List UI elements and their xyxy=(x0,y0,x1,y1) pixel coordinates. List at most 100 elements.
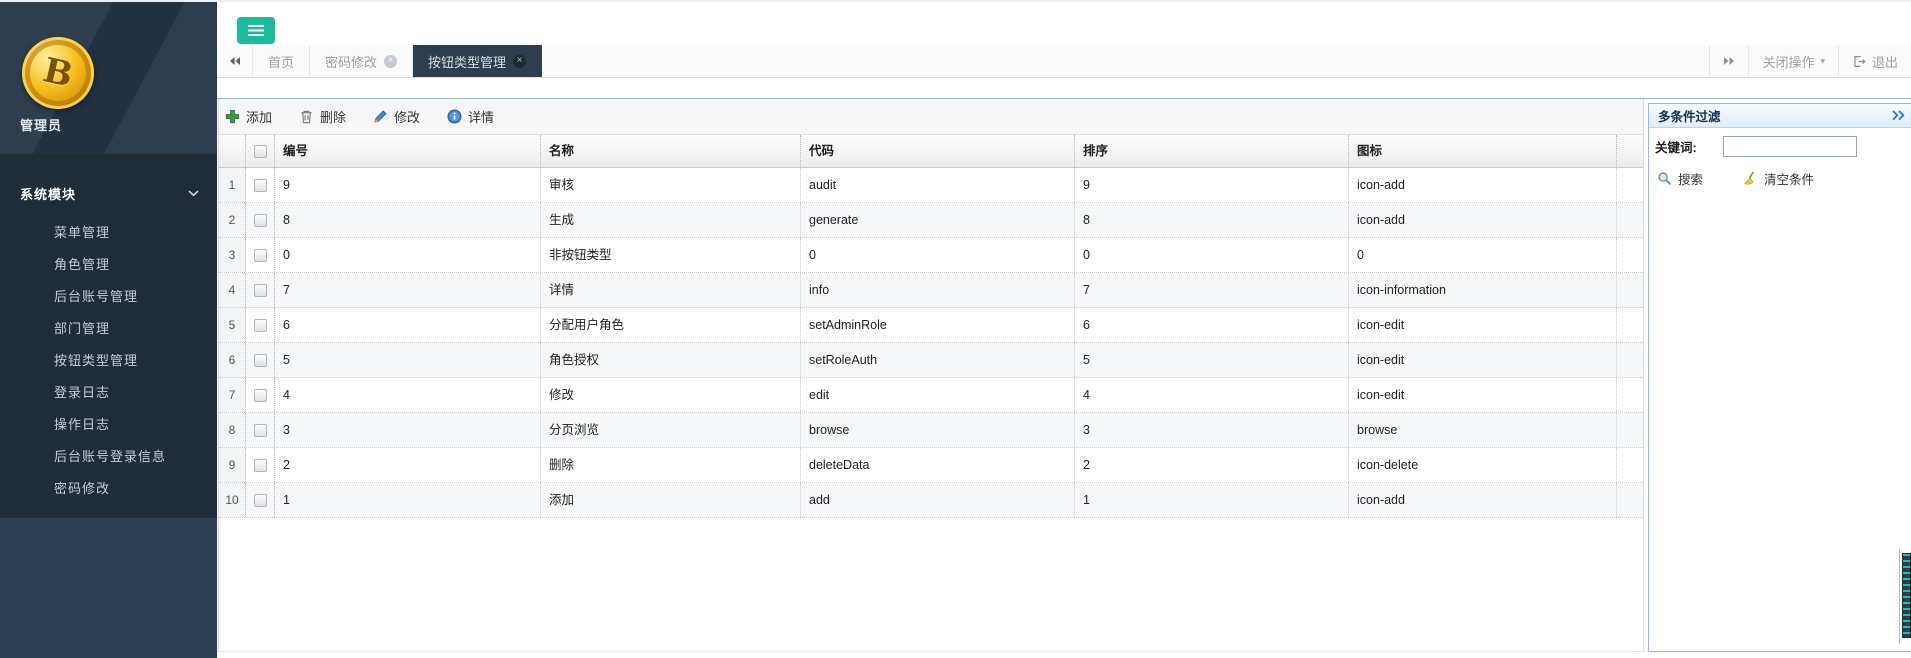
broom-icon xyxy=(1743,171,1758,186)
sidebar-item[interactable]: 操作日志 xyxy=(0,409,217,441)
table-cell: icon-add xyxy=(1349,483,1617,517)
row-checkbox[interactable] xyxy=(254,249,267,262)
row-number: 2 xyxy=(219,203,246,237)
detail-button-label: 详情 xyxy=(468,107,494,126)
table-cell: deleteData xyxy=(801,448,1075,482)
table-cell: 0 xyxy=(1349,238,1617,272)
table-cell: 4 xyxy=(1075,378,1349,412)
collapse-panel-button[interactable] xyxy=(1891,110,1906,121)
bitcoin-logo-icon: B xyxy=(22,37,94,109)
tab-password-change[interactable]: 密码修改 × xyxy=(310,45,413,77)
tabs-scroll-right-button[interactable] xyxy=(1710,45,1748,77)
row-checkbox[interactable] xyxy=(254,214,267,227)
row-checkbox[interactable] xyxy=(254,179,267,192)
logout-button[interactable]: 退出 xyxy=(1839,45,1911,77)
table-row[interactable]: 83分页浏览browse3browse xyxy=(219,413,1643,448)
table-cell: 0 xyxy=(801,238,1075,272)
column-header-code[interactable]: 代码 xyxy=(801,135,1075,167)
sidebar-item[interactable]: 部门管理 xyxy=(0,313,217,345)
table-cell: icon-edit xyxy=(1349,343,1617,377)
table-row[interactable]: 92删除deleteData2icon-delete xyxy=(219,448,1643,483)
table-cell: 生成 xyxy=(541,203,801,237)
sidebar-item[interactable]: 菜单管理 xyxy=(0,217,217,249)
column-header-id[interactable]: 编号 xyxy=(275,135,541,167)
double-chevron-left-icon xyxy=(229,56,241,66)
tab-home[interactable]: 首页 xyxy=(253,45,310,77)
sidebar-toggle-button[interactable] xyxy=(237,17,275,44)
table-row[interactable]: 30非按钮类型000 xyxy=(219,238,1643,273)
clear-filters-button[interactable]: 清空条件 xyxy=(1743,169,1814,188)
table-cell: icon-edit xyxy=(1349,308,1617,342)
table-row[interactable]: 101添加add1icon-add xyxy=(219,483,1643,518)
table-cell: icon-edit xyxy=(1349,378,1617,412)
row-checkbox[interactable] xyxy=(254,424,267,437)
add-icon xyxy=(225,109,240,124)
scrollbar-thumb[interactable] xyxy=(1902,553,1911,638)
pencil-icon xyxy=(373,109,388,124)
sidebar-item[interactable]: 按钮类型管理 xyxy=(0,345,217,377)
row-number: 4 xyxy=(219,273,246,307)
tabs-scroll-left-button[interactable] xyxy=(217,45,253,77)
row-checkbox[interactable] xyxy=(254,459,267,472)
edit-button[interactable]: 修改 xyxy=(373,107,420,126)
table-cell: 7 xyxy=(275,273,541,307)
row-checkbox[interactable] xyxy=(254,319,267,332)
table-cell: 1 xyxy=(275,483,541,517)
row-checkbox-cell xyxy=(246,343,275,377)
sidebar-item-label: 后台账号管理 xyxy=(54,289,138,304)
sidebar-item-label: 操作日志 xyxy=(54,417,110,432)
menu-list: 菜单管理角色管理后台账号管理部门管理按钮类型管理登录日志操作日志后台账号登录信息… xyxy=(0,217,217,505)
row-checkbox[interactable] xyxy=(254,494,267,507)
sidebar-item-label: 部门管理 xyxy=(54,321,110,336)
sidebar-item[interactable]: 后台账号管理 xyxy=(0,281,217,313)
detail-button[interactable]: 详情 xyxy=(447,107,494,126)
row-number: 7 xyxy=(219,378,246,412)
filter-panel-body: 关键词: 搜索 清空条件 xyxy=(1649,128,1911,196)
sidebar-menu: 系统模块 菜单管理角色管理后台账号管理部门管理按钮类型管理登录日志操作日志后台账… xyxy=(0,154,217,518)
filter-panel-title: 多条件过滤 xyxy=(1658,106,1721,125)
keyword-input[interactable] xyxy=(1723,136,1857,157)
edit-button-label: 修改 xyxy=(394,107,420,126)
table-row[interactable]: 74修改edit4icon-edit xyxy=(219,378,1643,413)
sidebar-item[interactable]: 密码修改 xyxy=(0,473,217,505)
chevron-down-icon xyxy=(188,190,199,197)
table-cell: 分页浏览 xyxy=(541,413,801,447)
table-row[interactable]: 56分配用户角色setAdminRole6icon-edit xyxy=(219,308,1643,343)
table-cell: browse xyxy=(801,413,1075,447)
table-cell: icon-add xyxy=(1349,203,1617,237)
tab-button-type-management[interactable]: 按钮类型管理 × xyxy=(413,45,542,77)
tab-close-icon[interactable]: × xyxy=(513,55,526,68)
table-row[interactable]: 65角色授权setRoleAuth5icon-edit xyxy=(219,343,1643,378)
table-cell: 删除 xyxy=(541,448,801,482)
table-row[interactable]: 28生成generate8icon-add xyxy=(219,203,1643,238)
column-header-sort[interactable]: 排序 xyxy=(1075,135,1349,167)
table-row[interactable]: 19审核audit9icon-add xyxy=(219,168,1643,203)
sidebar-item[interactable]: 角色管理 xyxy=(0,249,217,281)
delete-button-label: 删除 xyxy=(320,107,346,126)
add-button[interactable]: 添加 xyxy=(225,107,272,126)
select-all-checkbox[interactable] xyxy=(254,145,267,158)
sidebar-item[interactable]: 后台账号登录信息 xyxy=(0,441,217,473)
tab-close-icon[interactable]: × xyxy=(384,55,397,68)
row-checkbox[interactable] xyxy=(254,389,267,402)
user-name-label: 管理员 xyxy=(20,115,62,134)
table-row[interactable]: 47详情info7icon-information xyxy=(219,273,1643,308)
close-operations-dropdown[interactable]: 关闭操作 ▾ xyxy=(1749,45,1838,77)
search-button[interactable]: 搜索 xyxy=(1657,169,1703,188)
menu-section-system[interactable]: 系统模块 xyxy=(20,184,199,203)
tab-actions: 关闭操作 ▾ 退出 xyxy=(1709,45,1911,77)
table-cell: 5 xyxy=(275,343,541,377)
table-cell: 5 xyxy=(1075,343,1349,377)
table-cell: 角色授权 xyxy=(541,343,801,377)
sidebar-item[interactable]: 登录日志 xyxy=(0,377,217,409)
row-checkbox[interactable] xyxy=(254,354,267,367)
column-header-name[interactable]: 名称 xyxy=(541,135,801,167)
table-cell: browse xyxy=(1349,413,1617,447)
row-checkbox[interactable] xyxy=(254,284,267,297)
delete-button[interactable]: 删除 xyxy=(299,107,346,126)
table-cell: 3 xyxy=(1075,413,1349,447)
column-header-icon[interactable]: 图标 xyxy=(1349,135,1617,167)
header-checkbox-cell xyxy=(246,135,275,167)
table-cell: 6 xyxy=(275,308,541,342)
table-cell: 审核 xyxy=(541,168,801,202)
